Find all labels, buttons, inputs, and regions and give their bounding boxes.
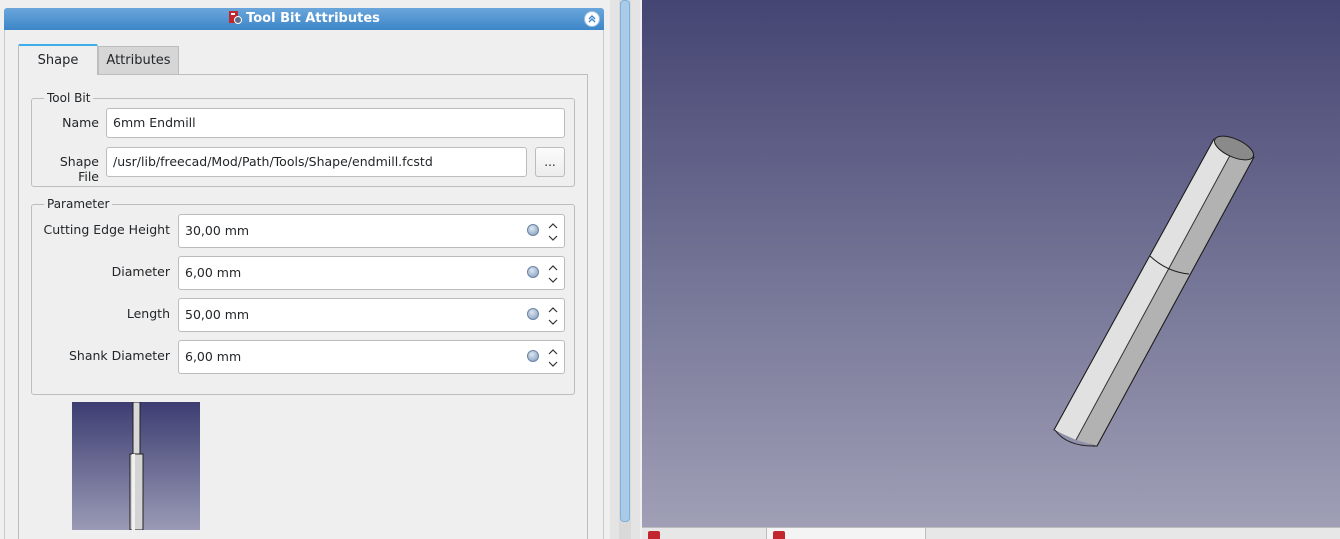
task-panel: Tool Bit Attributes Shape Attributes Too… bbox=[0, 0, 610, 539]
browse-button[interactable]: ... bbox=[535, 147, 565, 177]
parameter-group-title: Parameter bbox=[44, 197, 113, 211]
shank-diameter-value: 6,00 mm bbox=[185, 349, 242, 364]
shank-diameter-field[interactable]: 6,00 mm bbox=[178, 340, 565, 374]
cutting-edge-height-value: 30,00 mm bbox=[185, 223, 250, 238]
expression-icon[interactable] bbox=[527, 266, 539, 278]
shape-file-label: Shape File bbox=[59, 154, 99, 184]
toolbit-group-title: Tool Bit bbox=[44, 91, 94, 105]
spin-arrows-icon[interactable] bbox=[546, 304, 560, 328]
panel-scrollbar[interactable] bbox=[610, 0, 640, 539]
spin-arrows-icon[interactable] bbox=[546, 262, 560, 286]
chevron-double-up-icon[interactable] bbox=[584, 11, 600, 27]
expression-icon[interactable] bbox=[527, 308, 539, 320]
document-icon bbox=[648, 531, 660, 539]
shape-file-field[interactable]: /usr/lib/freecad/Mod/Path/Tools/Shape/en… bbox=[106, 147, 527, 177]
document-tab-bar bbox=[642, 527, 1340, 539]
freecad-path-icon bbox=[229, 11, 243, 24]
cutting-edge-height-field[interactable]: 30,00 mm bbox=[178, 214, 565, 248]
cutting-edge-height-label: Cutting Edge Height bbox=[43, 222, 170, 237]
document-tab-start[interactable] bbox=[642, 528, 766, 539]
3d-view[interactable] bbox=[642, 0, 1340, 527]
expression-icon[interactable] bbox=[527, 350, 539, 362]
spin-arrows-icon[interactable] bbox=[546, 220, 560, 244]
spin-arrows-icon[interactable] bbox=[546, 346, 560, 370]
tab-shape[interactable]: Shape bbox=[18, 44, 98, 75]
name-label: Name bbox=[62, 115, 99, 130]
shank-diameter-label: Shank Diameter bbox=[68, 348, 170, 363]
panel-titlebar[interactable]: Tool Bit Attributes bbox=[4, 8, 604, 30]
endmill-3d-model[interactable] bbox=[642, 0, 1340, 527]
diameter-label: Diameter bbox=[111, 264, 170, 279]
document-tab-active[interactable] bbox=[766, 528, 926, 539]
diameter-value: 6,00 mm bbox=[185, 265, 242, 280]
scrollbar-handle[interactable] bbox=[620, 0, 630, 522]
shape-preview-image bbox=[72, 401, 200, 531]
panel-title: Tool Bit Attributes bbox=[246, 11, 380, 26]
diameter-field[interactable]: 6,00 mm bbox=[178, 256, 565, 290]
document-icon bbox=[773, 531, 785, 539]
tab-attributes[interactable]: Attributes bbox=[98, 46, 179, 75]
name-field[interactable]: 6mm Endmill bbox=[106, 108, 565, 138]
length-field[interactable]: 50,00 mm bbox=[178, 298, 565, 332]
length-value: 50,00 mm bbox=[185, 307, 250, 322]
expression-icon[interactable] bbox=[527, 224, 539, 236]
length-label: Length bbox=[126, 306, 170, 321]
